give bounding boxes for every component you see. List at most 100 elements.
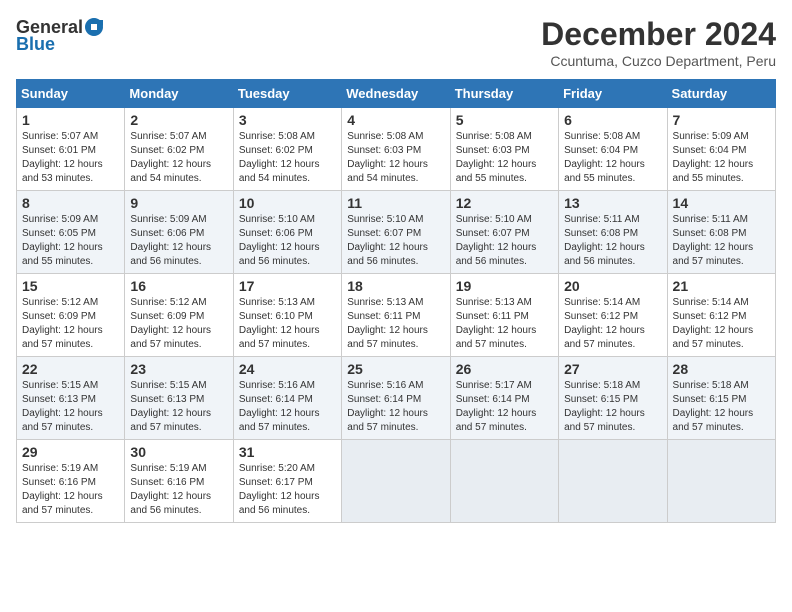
day-number: 12	[456, 195, 553, 211]
calendar-week-1: 1 Sunrise: 5:07 AMSunset: 6:01 PMDaylight…	[17, 108, 776, 191]
calendar-cell: 22Sunrise: 5:15 AMSunset: 6:13 PMDayligh…	[17, 357, 125, 440]
day-number: 31	[239, 444, 336, 460]
calendar-cell: 12 Sunrise: 5:10 AMSunset: 6:07 PMDayligh…	[450, 191, 558, 274]
day-number: 11	[347, 195, 444, 211]
calendar-cell	[559, 440, 667, 523]
calendar-cell: 4Sunrise: 5:08 AMSunset: 6:03 PMDaylight…	[342, 108, 450, 191]
month-title: December 2024	[541, 16, 776, 53]
logo-blue-text: Blue	[16, 34, 55, 55]
day-number: 20	[564, 278, 661, 294]
day-number: 15	[22, 278, 119, 294]
day-info: Sunrise: 5:15 AMSunset: 6:13 PMDaylight:…	[22, 379, 119, 435]
calendar-cell	[450, 440, 558, 523]
day-info: Sunrise: 5:11 AMSunset: 6:08 PMDaylight:…	[673, 213, 770, 269]
calendar-cell: 2 Sunrise: 5:07 AMSunset: 6:02 PMDaylight…	[125, 108, 233, 191]
calendar-header-thursday: Thursday	[450, 80, 558, 108]
calendar-cell: 27 Sunrise: 5:18 AMSunset: 6:15 PMDayligh…	[559, 357, 667, 440]
calendar-cell	[342, 440, 450, 523]
calendar-header-saturday: Saturday	[667, 80, 775, 108]
calendar-cell: 21 Sunrise: 5:14 AMSunset: 6:12 PMDayligh…	[667, 274, 775, 357]
calendar-cell: 23Sunrise: 5:15 AMSunset: 6:13 PMDayligh…	[125, 357, 233, 440]
calendar-cell: 28 Sunrise: 5:18 AMSunset: 6:15 PMDayligh…	[667, 357, 775, 440]
day-number: 3	[239, 112, 336, 128]
calendar-header-row: SundayMondayTuesdayWednesdayThursdayFrid…	[17, 80, 776, 108]
day-number: 4	[347, 112, 444, 128]
day-info: Sunrise: 5:07 AMSunset: 6:01 PMDaylight:…	[22, 130, 119, 186]
day-info: Sunrise: 5:10 AMSunset: 6:06 PMDaylight:…	[239, 213, 336, 269]
calendar-cell: 25Sunrise: 5:16 AMSunset: 6:14 PMDayligh…	[342, 357, 450, 440]
day-number: 27	[564, 361, 661, 377]
day-info: Sunrise: 5:17 AMSunset: 6:14 PMDaylight:…	[456, 379, 553, 435]
calendar-cell: 14Sunrise: 5:11 AMSunset: 6:08 PMDayligh…	[667, 191, 775, 274]
calendar-header-monday: Monday	[125, 80, 233, 108]
day-number: 21	[673, 278, 770, 294]
calendar-week-2: 8Sunrise: 5:09 AMSunset: 6:05 PMDaylight…	[17, 191, 776, 274]
day-info: Sunrise: 5:09 AMSunset: 6:04 PMDaylight:…	[673, 130, 770, 186]
calendar-cell: 26Sunrise: 5:17 AMSunset: 6:14 PMDayligh…	[450, 357, 558, 440]
day-info: Sunrise: 5:18 AMSunset: 6:15 PMDaylight:…	[673, 379, 770, 435]
day-info: Sunrise: 5:07 AMSunset: 6:02 PMDaylight:…	[130, 130, 227, 186]
calendar-week-3: 15 Sunrise: 5:12 AMSunset: 6:09 PMDayligh…	[17, 274, 776, 357]
day-info: Sunrise: 5:20 AMSunset: 6:17 PMDaylight:…	[239, 462, 336, 518]
logo-icon	[83, 16, 105, 38]
day-info: Sunrise: 5:09 AMSunset: 6:05 PMDaylight:…	[22, 213, 119, 269]
title-block: December 2024 Ccuntuma, Cuzco Department…	[541, 16, 776, 69]
day-info: Sunrise: 5:16 AMSunset: 6:14 PMDaylight:…	[239, 379, 336, 435]
day-number: 28	[673, 361, 770, 377]
calendar-cell: 9 Sunrise: 5:09 AMSunset: 6:06 PMDaylight…	[125, 191, 233, 274]
day-number: 30	[130, 444, 227, 460]
calendar-cell: 8Sunrise: 5:09 AMSunset: 6:05 PMDaylight…	[17, 191, 125, 274]
calendar-week-5: 29Sunrise: 5:19 AMSunset: 6:16 PMDayligh…	[17, 440, 776, 523]
day-info: Sunrise: 5:09 AMSunset: 6:06 PMDaylight:…	[130, 213, 227, 269]
day-info: Sunrise: 5:08 AMSunset: 6:03 PMDaylight:…	[456, 130, 553, 186]
calendar-cell: 5 Sunrise: 5:08 AMSunset: 6:03 PMDaylight…	[450, 108, 558, 191]
day-number: 5	[456, 112, 553, 128]
day-info: Sunrise: 5:12 AMSunset: 6:09 PMDaylight:…	[22, 296, 119, 352]
calendar-cell: 3 Sunrise: 5:08 AMSunset: 6:02 PMDaylight…	[233, 108, 341, 191]
calendar-cell: 17Sunrise: 5:13 AMSunset: 6:10 PMDayligh…	[233, 274, 341, 357]
day-number: 19	[456, 278, 553, 294]
calendar-header-sunday: Sunday	[17, 80, 125, 108]
calendar-cell: 16 Sunrise: 5:12 AMSunset: 6:09 PMDayligh…	[125, 274, 233, 357]
day-number: 24	[239, 361, 336, 377]
day-info: Sunrise: 5:14 AMSunset: 6:12 PMDaylight:…	[564, 296, 661, 352]
logo: General Blue	[16, 16, 105, 55]
day-info: Sunrise: 5:16 AMSunset: 6:14 PMDaylight:…	[347, 379, 444, 435]
day-info: Sunrise: 5:13 AMSunset: 6:11 PMDaylight:…	[456, 296, 553, 352]
calendar-header-tuesday: Tuesday	[233, 80, 341, 108]
day-info: Sunrise: 5:19 AMSunset: 6:16 PMDaylight:…	[130, 462, 227, 518]
day-info: Sunrise: 5:08 AMSunset: 6:04 PMDaylight:…	[564, 130, 661, 186]
day-info: Sunrise: 5:13 AMSunset: 6:10 PMDaylight:…	[239, 296, 336, 352]
day-info: Sunrise: 5:15 AMSunset: 6:13 PMDaylight:…	[130, 379, 227, 435]
day-number: 1	[22, 112, 119, 128]
calendar-cell: 7 Sunrise: 5:09 AMSunset: 6:04 PMDaylight…	[667, 108, 775, 191]
day-info: Sunrise: 5:08 AMSunset: 6:02 PMDaylight:…	[239, 130, 336, 186]
calendar-cell: 24 Sunrise: 5:16 AMSunset: 6:14 PMDayligh…	[233, 357, 341, 440]
day-number: 10	[239, 195, 336, 211]
day-info: Sunrise: 5:18 AMSunset: 6:15 PMDaylight:…	[564, 379, 661, 435]
day-info: Sunrise: 5:10 AMSunset: 6:07 PMDaylight:…	[456, 213, 553, 269]
day-info: Sunrise: 5:14 AMSunset: 6:12 PMDaylight:…	[673, 296, 770, 352]
calendar-cell: 13 Sunrise: 5:11 AMSunset: 6:08 PMDayligh…	[559, 191, 667, 274]
location-text: Ccuntuma, Cuzco Department, Peru	[541, 53, 776, 69]
calendar-header-wednesday: Wednesday	[342, 80, 450, 108]
day-number: 16	[130, 278, 227, 294]
day-number: 6	[564, 112, 661, 128]
calendar-cell: 19 Sunrise: 5:13 AMSunset: 6:11 PMDayligh…	[450, 274, 558, 357]
day-info: Sunrise: 5:13 AMSunset: 6:11 PMDaylight:…	[347, 296, 444, 352]
day-number: 13	[564, 195, 661, 211]
calendar-cell: 31 Sunrise: 5:20 AMSunset: 6:17 PMDayligh…	[233, 440, 341, 523]
day-info: Sunrise: 5:11 AMSunset: 6:08 PMDaylight:…	[564, 213, 661, 269]
day-info: Sunrise: 5:12 AMSunset: 6:09 PMDaylight:…	[130, 296, 227, 352]
calendar-cell: 1 Sunrise: 5:07 AMSunset: 6:01 PMDaylight…	[17, 108, 125, 191]
calendar-cell: 30 Sunrise: 5:19 AMSunset: 6:16 PMDayligh…	[125, 440, 233, 523]
day-number: 7	[673, 112, 770, 128]
day-number: 9	[130, 195, 227, 211]
day-number: 2	[130, 112, 227, 128]
calendar-cell: 10 Sunrise: 5:10 AMSunset: 6:06 PMDayligh…	[233, 191, 341, 274]
calendar-cell: 6 Sunrise: 5:08 AMSunset: 6:04 PMDaylight…	[559, 108, 667, 191]
day-info: Sunrise: 5:10 AMSunset: 6:07 PMDaylight:…	[347, 213, 444, 269]
calendar-header-friday: Friday	[559, 80, 667, 108]
calendar-cell: 18Sunrise: 5:13 AMSunset: 6:11 PMDayligh…	[342, 274, 450, 357]
page-header: General Blue December 2024 Ccuntuma, Cuz…	[16, 16, 776, 69]
